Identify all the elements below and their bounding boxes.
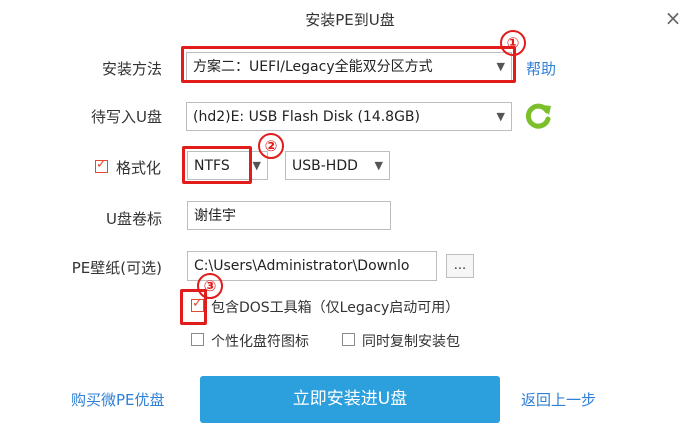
chevron-down-icon: ▼ (496, 110, 505, 123)
annotation-box-2 (182, 146, 252, 184)
browse-button[interactable]: ... (446, 254, 474, 278)
wallpaper-label: PE壁纸(可选) (71, 259, 162, 277)
volume-label-field[interactable]: 谢佳宇 (187, 201, 391, 230)
annotation-badge-1: ① (500, 30, 526, 56)
boot-mode-value: USB-HDD (292, 158, 358, 174)
refresh-icon[interactable] (525, 102, 553, 130)
copy-installer-label: 同时复制安装包 (362, 334, 460, 350)
dos-toolbox-label: 包含DOS工具箱（仅Legacy启动可用） (211, 300, 460, 316)
chevron-down-icon: ▼ (252, 159, 261, 172)
copy-installer-checkbox[interactable] (342, 333, 355, 346)
annotation-box-1 (181, 46, 516, 83)
annotation-badge-3: ③ (197, 273, 223, 299)
boot-mode-select[interactable]: USB-HDD ▼ (285, 151, 390, 180)
wallpaper-path-field[interactable]: C:\Users\Administrator\Downlo (187, 251, 437, 281)
custom-drive-icon-checkbox[interactable] (191, 333, 204, 346)
annotation-badge-2: ② (258, 133, 284, 159)
format-label: 格式化 (116, 159, 162, 177)
close-icon[interactable]: × (662, 7, 684, 29)
target-drive-select[interactable]: (hd2)E: USB Flash Disk (14.8GB) ▼ (186, 102, 512, 131)
target-drive-label: 待写入U盘 (91, 108, 162, 126)
window-title: 安装PE到U盘 (305, 11, 395, 29)
target-drive-value: (hd2)E: USB Flash Disk (14.8GB) (193, 109, 421, 125)
buy-usb-link[interactable]: 购买微PE优盘 (71, 389, 165, 410)
custom-drive-icon-label: 个性化盘符图标 (211, 334, 309, 350)
format-checkbox[interactable] (95, 157, 108, 173)
chevron-down-icon: ▼ (374, 159, 383, 172)
help-link[interactable]: 帮助 (526, 58, 556, 79)
install-method-label: 安装方法 (101, 60, 162, 78)
install-button[interactable]: 立即安装进U盘 (200, 376, 500, 423)
back-link[interactable]: 返回上一步 (521, 389, 596, 410)
volume-label-label: U盘卷标 (106, 210, 162, 228)
